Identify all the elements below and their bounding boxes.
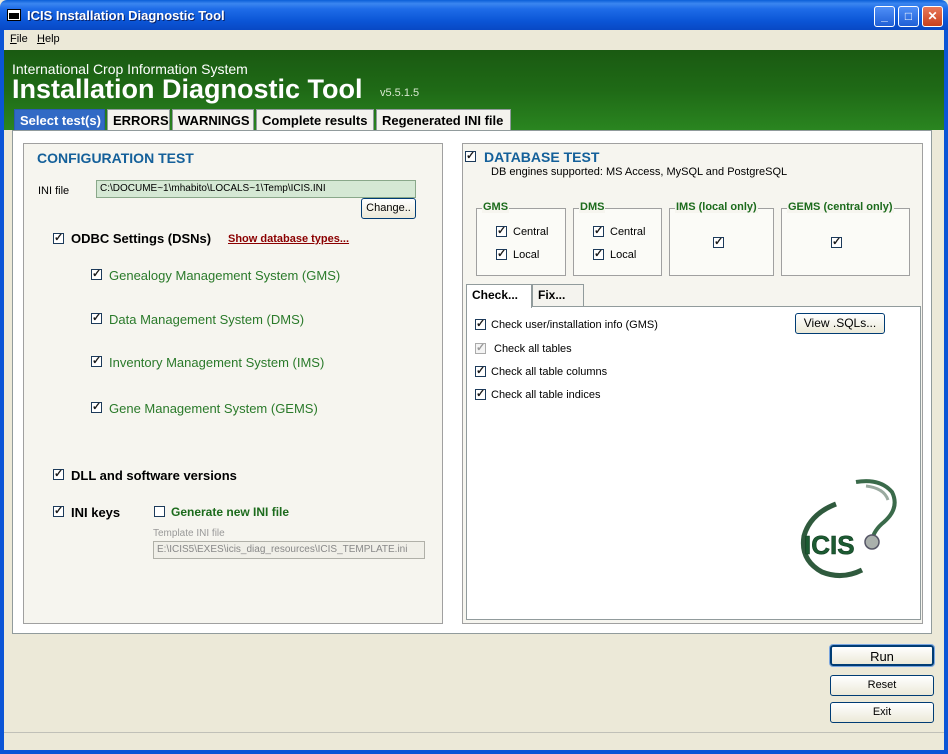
gms-group: GMS xyxy=(476,201,566,276)
maximize-icon[interactable]: □ xyxy=(898,6,919,27)
window-title: ICIS Installation Diagnostic Tool xyxy=(27,8,225,23)
gms-group-title: GMS xyxy=(482,201,510,213)
check-all-tables-label: Check all tables xyxy=(494,343,572,355)
odbc-label: ODBC Settings (DSNs) xyxy=(71,231,212,246)
gems-central-checkbox[interactable] xyxy=(831,235,842,248)
template-ini-label: Template INI file xyxy=(153,528,225,539)
title-bar[interactable]: ICIS Installation Diagnostic Tool _ □ ✕ xyxy=(0,0,948,30)
dms-dsn-checkbox[interactable] xyxy=(91,311,102,324)
generate-ini-label: Generate new INI file xyxy=(171,505,290,519)
gms-dsn-checkbox[interactable] xyxy=(91,267,102,280)
tab-select-tests[interactable]: Select test(s) xyxy=(14,109,105,130)
exit-button[interactable]: Exit xyxy=(830,702,934,723)
gms-central-checkbox[interactable] xyxy=(496,224,507,237)
ims-local-checkbox[interactable] xyxy=(713,235,724,248)
configuration-test-heading: CONFIGURATION TEST xyxy=(37,150,194,166)
check-user-info-label: Check user/installation info (GMS) xyxy=(491,319,658,331)
gms-local-label: Local xyxy=(513,249,540,261)
ini-file-label: INI file xyxy=(38,185,70,197)
minimize-icon[interactable]: _ xyxy=(874,6,895,27)
check-indices-label: Check all table indices xyxy=(491,389,601,401)
tab-warnings[interactable]: WARNINGS xyxy=(172,109,254,130)
change-button[interactable]: Change.. xyxy=(361,198,416,219)
check-columns-label: Check all table columns xyxy=(491,366,608,378)
gems-group: GEMS (central only) xyxy=(781,201,910,276)
icis-stethoscope-logo: ICIS xyxy=(800,479,897,578)
version-label: v5.5.1.5 xyxy=(380,87,420,99)
ims-dsn-checkbox[interactable] xyxy=(91,354,102,367)
database-test-heading: DATABASE TEST xyxy=(484,149,600,165)
ims-group-title: IMS (local only) xyxy=(675,201,758,213)
dms-group-title: DMS xyxy=(579,201,606,213)
check-indices-checkbox[interactable] xyxy=(475,387,486,400)
generate-ini-checkbox[interactable] xyxy=(154,506,165,517)
view-sqls-button[interactable]: View .SQLs... xyxy=(795,313,885,334)
menu-file[interactable]: File xyxy=(10,33,28,45)
check-user-info-checkbox[interactable] xyxy=(475,317,486,330)
tab-errors[interactable]: ERRORS xyxy=(107,109,170,130)
close-icon[interactable]: ✕ xyxy=(922,6,943,27)
run-button[interactable]: Run xyxy=(829,644,935,667)
tab-fix[interactable]: Fix... xyxy=(532,284,584,306)
ini-keys-label: INI keys xyxy=(71,505,121,520)
status-bar xyxy=(4,732,944,750)
gms-dsn-label: Genealogy Management System (GMS) xyxy=(109,268,341,283)
dms-central-checkbox[interactable] xyxy=(593,224,604,237)
reset-button[interactable]: Reset xyxy=(830,675,934,696)
tab-complete-results[interactable]: Complete results xyxy=(256,109,374,130)
dms-dsn-label: Data Management System (DMS) xyxy=(109,312,305,327)
ini-keys-checkbox[interactable] xyxy=(53,504,64,517)
check-columns-checkbox[interactable] xyxy=(475,364,486,377)
dms-group: DMS xyxy=(573,201,662,276)
menu-bar: File Help xyxy=(4,30,944,50)
dms-central-label: Central xyxy=(610,226,646,238)
db-engines-label: DB engines supported: MS Access, MySQL a… xyxy=(491,166,788,178)
gms-central-label: Central xyxy=(513,226,549,238)
dms-local-label: Local xyxy=(610,249,637,261)
gems-dsn-checkbox[interactable] xyxy=(91,400,102,413)
tab-check[interactable]: Check... xyxy=(466,284,532,308)
gems-dsn-label: Gene Management System (GEMS) xyxy=(109,401,318,416)
logo-text: ICIS xyxy=(804,530,855,560)
ims-dsn-label: Inventory Management System (IMS) xyxy=(109,355,325,370)
menu-help[interactable]: Help xyxy=(37,33,60,45)
database-test-checkbox[interactable] xyxy=(465,149,476,162)
dll-label: DLL and software versions xyxy=(71,468,237,483)
dll-checkbox[interactable] xyxy=(53,467,64,480)
gems-group-title: GEMS (central only) xyxy=(787,201,894,213)
check-all-tables-checkbox xyxy=(475,341,486,354)
tab-regenerated-ini[interactable]: Regenerated INI file xyxy=(376,109,511,130)
dms-local-checkbox[interactable] xyxy=(593,247,604,260)
template-ini-input[interactable]: E:\ICIS5\EXES\icis_diag_resources\ICIS_T… xyxy=(153,541,425,559)
show-database-types-link[interactable]: Show database types... xyxy=(228,233,349,245)
ini-file-input[interactable]: C:\DOCUME~1\mhabito\LOCALS~1\Temp\ICIS.I… xyxy=(96,180,416,198)
odbc-checkbox[interactable] xyxy=(53,231,64,244)
banner-title: Installation Diagnostic Tool xyxy=(12,74,363,104)
app-icon xyxy=(7,9,21,21)
gms-local-checkbox[interactable] xyxy=(496,247,507,260)
